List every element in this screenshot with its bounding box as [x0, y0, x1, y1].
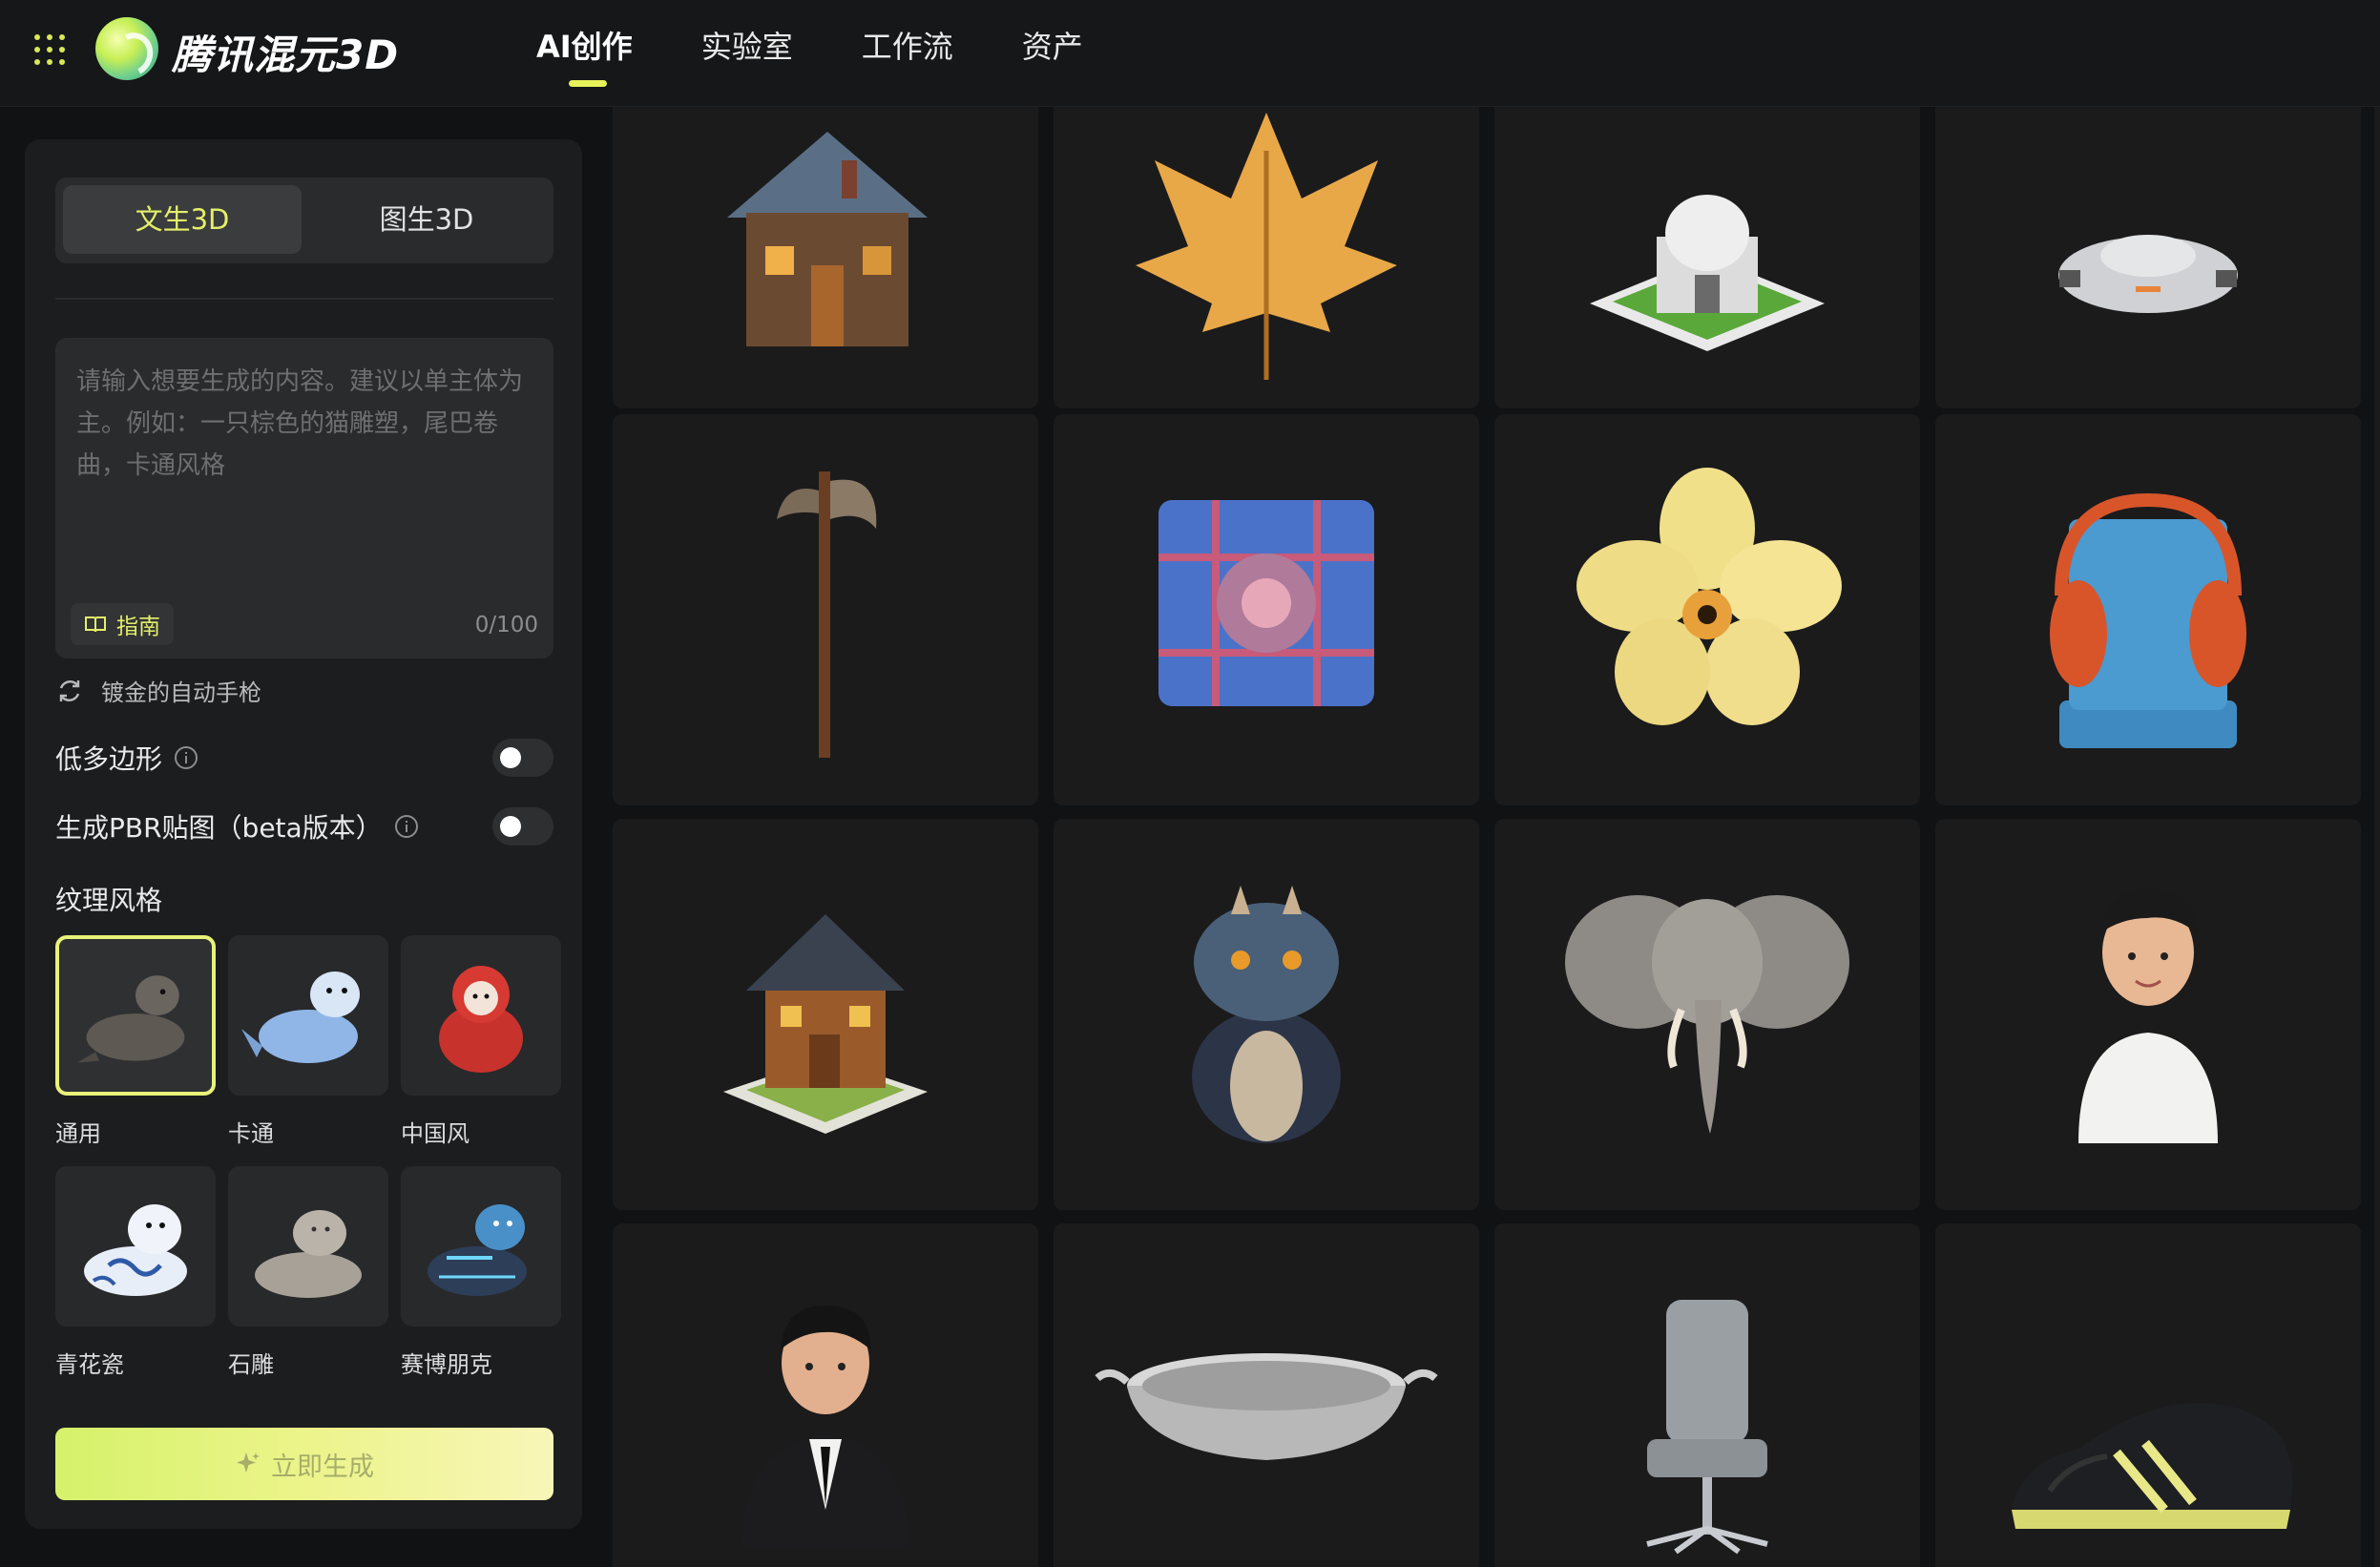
gallery-card[interactable]: [613, 414, 1038, 805]
spaceship-icon: [2058, 235, 2238, 313]
tab-image-to-3d[interactable]: 图生3D: [307, 185, 546, 254]
texture-style-title: 纹理风格: [55, 885, 163, 916]
gallery-card[interactable]: [1494, 107, 1920, 408]
low-poly-toggle[interactable]: [492, 739, 553, 777]
gallery-card[interactable]: [613, 1223, 1038, 1567]
pillow-icon: [1159, 500, 1374, 706]
sample-prompt[interactable]: 镀金的自动手枪: [55, 674, 261, 707]
seal-thumbnail: [55, 1166, 216, 1327]
generation-panel: 文生3D 图生3D 指南 0/100 镀金的自动手枪 低多边形: [25, 139, 582, 1529]
elephant-icon: [1565, 895, 1849, 1134]
refresh-icon: [59, 679, 80, 701]
axe-icon: [777, 471, 877, 758]
seal-thumbnail: [228, 935, 388, 1096]
info-icon[interactable]: [394, 814, 419, 839]
gallery-card[interactable]: [1054, 107, 1479, 408]
nav-item-assets[interactable]: 资产: [1022, 23, 1083, 82]
style-label: 卡通: [228, 1120, 274, 1147]
model-gallery: [613, 107, 2380, 1567]
seal-thumbnail: [55, 935, 216, 1096]
gallery-card[interactable]: [1054, 819, 1479, 1210]
headphones-icon: [2050, 492, 2246, 748]
cottage-icon: [723, 914, 928, 1134]
grid-dots-icon[interactable]: [34, 34, 65, 65]
generate-button[interactable]: 立即生成: [55, 1428, 553, 1500]
seal-thumbnail: [401, 1166, 561, 1327]
style-general[interactable]: 通用: [55, 935, 216, 1148]
style-label: 石雕: [228, 1351, 274, 1378]
sneaker-icon: [2012, 1403, 2293, 1529]
flower-icon: [1576, 468, 1842, 725]
tab-text-to-3d[interactable]: 文生3D: [63, 185, 302, 254]
leaf-icon: [1136, 113, 1397, 380]
seal-thumbnail: [228, 1166, 388, 1327]
next-column-edge: [2374, 107, 2380, 1567]
option-pbr: 生成PBR贴图（beta版本）: [55, 805, 553, 847]
boy-icon: [2078, 888, 2218, 1143]
top-bar: 腾讯混元3D AI创作 实验室 工作流 资产: [0, 0, 2380, 107]
style-chinese[interactable]: 中国风: [401, 935, 561, 1148]
style-label: 青花瓷: [55, 1351, 124, 1378]
brand-logo[interactable]: [95, 17, 158, 80]
brand-name[interactable]: 腾讯混元3D: [172, 23, 399, 81]
dragon-icon: [1192, 886, 1341, 1143]
gallery-card[interactable]: [1054, 1223, 1479, 1567]
option-label: 低多边形: [55, 743, 163, 775]
man-icon: [742, 1305, 908, 1548]
gallery-card[interactable]: [1494, 819, 1920, 1210]
sample-prompt-text: 镀金的自动手枪: [101, 679, 261, 706]
house-icon: [727, 132, 928, 346]
gallery-card[interactable]: [613, 819, 1038, 1210]
option-low-poly: 低多边形: [55, 737, 553, 779]
gallery-card[interactable]: [1494, 414, 1920, 805]
pbr-toggle[interactable]: [492, 807, 553, 846]
divider: [55, 298, 553, 300]
gallery-card[interactable]: [1054, 414, 1479, 805]
style-blue-white-porcelain[interactable]: 青花瓷: [55, 1166, 216, 1379]
style-label: 赛博朋克: [401, 1351, 492, 1378]
gallery-card[interactable]: [1494, 1223, 1920, 1567]
gallery-card[interactable]: [1935, 107, 2361, 408]
guide-button[interactable]: 指南: [71, 603, 174, 645]
option-label: 生成PBR贴图（beta版本）: [55, 812, 383, 844]
prompt-input[interactable]: [76, 361, 525, 599]
style-label: 中国风: [401, 1120, 470, 1147]
gallery-card[interactable]: [613, 107, 1038, 408]
pan-icon: [1095, 1353, 1438, 1460]
seal-thumbnail: [401, 935, 561, 1096]
gallery-card[interactable]: [1935, 414, 2361, 805]
nav-item-workflow[interactable]: 工作流: [862, 23, 953, 82]
char-counter: 0/100: [474, 613, 538, 637]
guide-label: 指南: [116, 615, 160, 639]
mode-tabs: 文生3D 图生3D: [55, 178, 553, 263]
book-icon: [85, 616, 106, 633]
style-cyberpunk[interactable]: 赛博朋克: [401, 1166, 561, 1379]
gallery-card[interactable]: [1935, 1223, 2361, 1567]
nav-item-lab[interactable]: 实验室: [701, 23, 793, 82]
main-nav: AI创作 实验室 工作流 资产: [536, 23, 1152, 87]
info-icon[interactable]: [174, 745, 198, 770]
chair-icon: [1646, 1300, 1768, 1555]
style-label: 通用: [55, 1120, 101, 1147]
sparkle-icon: [237, 1452, 260, 1473]
temple-icon: [1590, 195, 1825, 351]
nav-item-ai-create[interactable]: AI创作: [536, 23, 633, 87]
style-stone-carving[interactable]: 石雕: [228, 1166, 388, 1379]
generate-label: 立即生成: [271, 1452, 374, 1481]
style-cartoon[interactable]: 卡通: [228, 935, 388, 1148]
gallery-card[interactable]: [1935, 819, 2361, 1210]
prompt-box: 指南 0/100: [55, 338, 553, 658]
